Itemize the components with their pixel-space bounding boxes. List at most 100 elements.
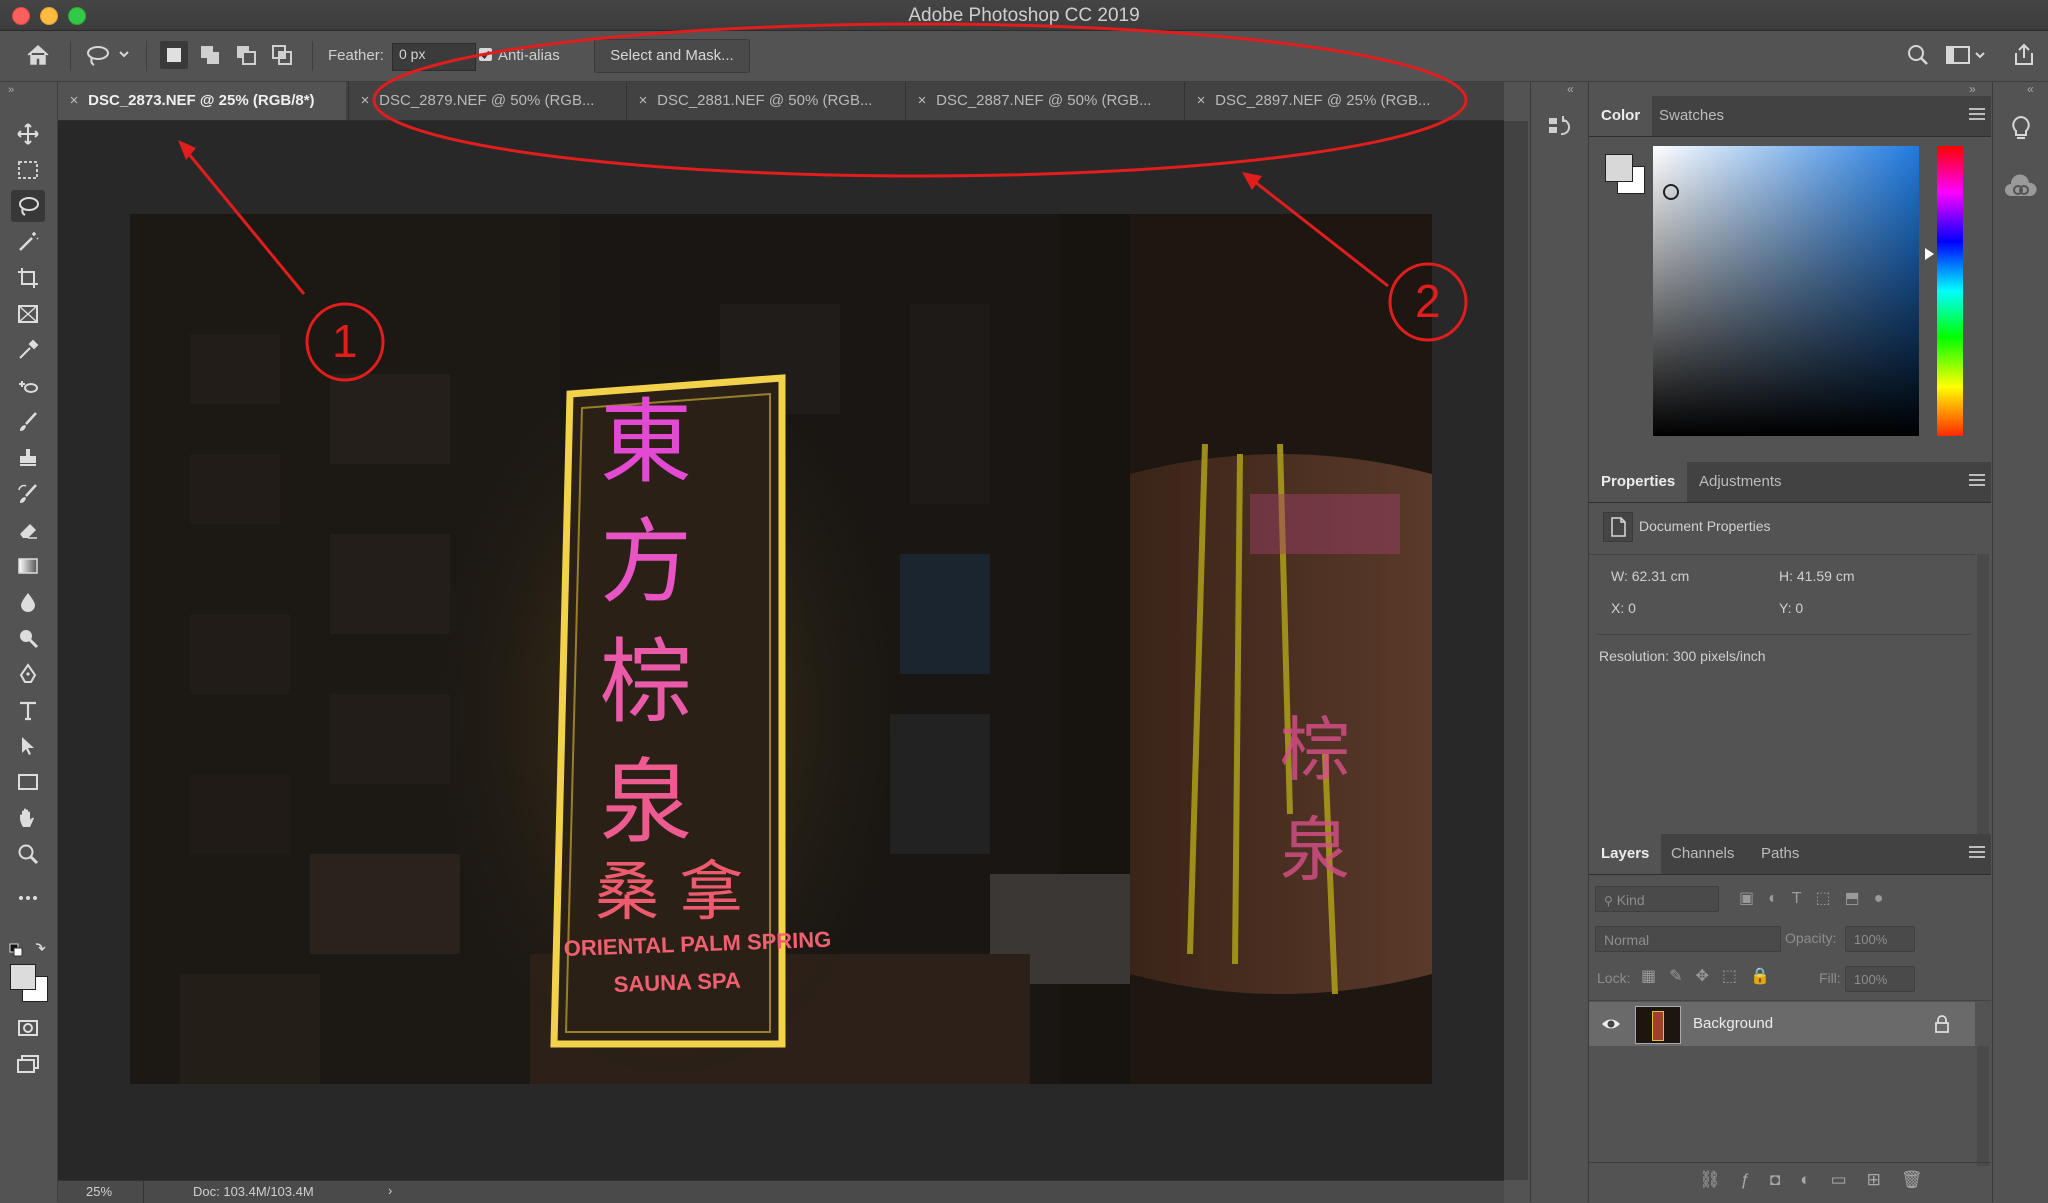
quick-mask-icon[interactable] bbox=[11, 1012, 45, 1044]
document-tab[interactable]: × DSC_2897.NEF @ 25% (RGB... bbox=[1184, 82, 1485, 120]
visibility-eye-icon[interactable] bbox=[1601, 1014, 1621, 1034]
status-menu-arrow-icon[interactable]: › bbox=[388, 1183, 392, 1198]
vertical-scrollbar[interactable] bbox=[1504, 121, 1528, 1180]
workspace-switcher-icon[interactable] bbox=[1944, 41, 1988, 69]
properties-scrollbar[interactable] bbox=[1977, 554, 1989, 874]
marquee-tool-icon[interactable] bbox=[11, 154, 45, 186]
panel-menu-icon[interactable] bbox=[1969, 474, 1985, 489]
zoom-tool-icon[interactable] bbox=[11, 838, 45, 870]
width-value[interactable]: W: 62.31 cm bbox=[1611, 568, 1689, 584]
opacity-label: Opacity: bbox=[1785, 930, 1837, 946]
tab-layers[interactable]: Layers bbox=[1589, 834, 1662, 874]
feather-input[interactable]: 0 px bbox=[392, 43, 476, 71]
close-tab-icon[interactable]: × bbox=[633, 82, 653, 120]
document-tab[interactable]: × DSC_2887.NEF @ 50% (RGB... bbox=[905, 82, 1182, 120]
opacity-field[interactable]: 100% bbox=[1845, 926, 1915, 952]
layers-footer-icons[interactable]: ⛓ƒ◘◐▭⊞🗑 bbox=[1699, 1170, 1989, 1192]
eraser-tool-icon[interactable] bbox=[11, 514, 45, 546]
intersect-selection-icon[interactable] bbox=[268, 41, 296, 69]
fill-field[interactable]: 100% bbox=[1845, 966, 1915, 992]
lock-icons[interactable]: ▦✎✥⬚🔒 bbox=[1641, 966, 1791, 988]
home-icon[interactable] bbox=[24, 41, 52, 69]
layers-scrollbar[interactable] bbox=[1977, 1046, 1989, 1166]
magic-wand-tool-icon[interactable] bbox=[11, 226, 45, 258]
frame-tool-icon[interactable] bbox=[11, 298, 45, 330]
collapsed-panel-column: « bbox=[1530, 82, 1587, 1202]
collapse-toolbar-icon[interactable]: » bbox=[8, 84, 14, 96]
lasso-tool-icon[interactable] bbox=[11, 190, 45, 222]
gradient-tool-icon[interactable] bbox=[11, 550, 45, 582]
path-selection-tool-icon[interactable] bbox=[11, 730, 45, 762]
collapse-panels-icon[interactable]: » bbox=[1969, 82, 1976, 96]
type-tool-icon[interactable] bbox=[11, 694, 45, 726]
layer-name[interactable]: Background bbox=[1693, 1015, 1773, 1032]
hand-tool-icon[interactable] bbox=[11, 802, 45, 834]
history-brush-tool-icon[interactable] bbox=[11, 478, 45, 510]
tab-properties[interactable]: Properties bbox=[1589, 462, 1688, 502]
new-selection-icon[interactable] bbox=[160, 41, 188, 69]
select-and-mask-button[interactable]: Select and Mask... bbox=[594, 39, 750, 73]
close-tab-icon[interactable]: × bbox=[912, 82, 932, 120]
lasso-preset-icon[interactable] bbox=[84, 41, 132, 69]
share-icon[interactable] bbox=[2010, 41, 2038, 69]
anti-alias-checkbox[interactable] bbox=[479, 48, 492, 61]
document-tab[interactable]: × DSC_2873.NEF @ 25% (RGB/8*) bbox=[58, 82, 346, 120]
document-image[interactable]: 棕 泉 東 方 棕 泉 桑 拿 ORIENTAL PALM SPRING SAU… bbox=[130, 214, 1432, 1084]
tab-swatches[interactable]: Swatches bbox=[1647, 96, 1736, 136]
sign-sub: 桑 拿 bbox=[595, 856, 743, 930]
history-panel-icon[interactable] bbox=[1545, 114, 1573, 142]
tab-adjustments[interactable]: Adjustments bbox=[1687, 462, 1794, 502]
close-tab-icon[interactable]: × bbox=[1191, 82, 1211, 120]
tab-paths[interactable]: Paths bbox=[1749, 834, 1811, 874]
rectangle-tool-icon[interactable] bbox=[11, 766, 45, 798]
screen-mode-icon[interactable] bbox=[11, 1048, 45, 1080]
close-tab-icon[interactable]: × bbox=[64, 82, 84, 120]
zoom-level-field[interactable]: 25% bbox=[86, 1184, 166, 1199]
healing-brush-tool-icon[interactable] bbox=[11, 370, 45, 402]
search-icon[interactable] bbox=[1904, 41, 1932, 69]
color-fg-bg-swatch[interactable] bbox=[1603, 152, 1647, 196]
dodge-tool-icon[interactable] bbox=[11, 622, 45, 654]
panel-menu-icon[interactable] bbox=[1969, 846, 1985, 861]
subtract-from-selection-icon[interactable] bbox=[232, 41, 260, 69]
libraries-cloud-icon[interactable] bbox=[2003, 174, 2039, 202]
add-to-selection-icon[interactable] bbox=[196, 41, 224, 69]
right-sign-char: 棕 bbox=[1280, 709, 1350, 791]
layer-filter-icons[interactable]: ▣◐T⬚⬒● bbox=[1739, 888, 1939, 910]
pen-tool-icon[interactable] bbox=[11, 658, 45, 690]
layer-row[interactable]: Background bbox=[1589, 1002, 1975, 1046]
default-colors-icon[interactable] bbox=[8, 940, 48, 960]
layer-thumbnail bbox=[1635, 1006, 1681, 1044]
layer-lock-icon[interactable] bbox=[1933, 1014, 1951, 1034]
clone-stamp-tool-icon[interactable] bbox=[11, 442, 45, 474]
move-tool-icon[interactable] bbox=[11, 118, 45, 150]
document-tab-bar: × DSC_2873.NEF @ 25% (RGB/8*) × DSC_2879… bbox=[58, 82, 1504, 121]
learn-lightbulb-icon[interactable] bbox=[2007, 114, 2035, 142]
more-tools-icon[interactable] bbox=[11, 882, 45, 914]
foreground-background-swatch[interactable] bbox=[8, 962, 52, 1006]
layer-filter-kind-select[interactable]: ⚲ Kind bbox=[1595, 886, 1719, 912]
hue-slider-handle[interactable] bbox=[1925, 248, 1934, 260]
blend-mode-select[interactable]: Normal bbox=[1595, 926, 1781, 952]
collapse-column-icon[interactable]: « bbox=[1567, 82, 1574, 96]
crop-tool-icon[interactable] bbox=[11, 262, 45, 294]
x-value[interactable]: X: 0 bbox=[1611, 600, 1636, 616]
document-tab[interactable]: × DSC_2879.NEF @ 50% (RGB... bbox=[348, 82, 625, 120]
brush-tool-icon[interactable] bbox=[11, 406, 45, 438]
fill-label: Fill: bbox=[1819, 970, 1841, 986]
height-value[interactable]: H: 41.59 cm bbox=[1779, 568, 1854, 584]
close-tab-icon[interactable]: × bbox=[355, 82, 375, 120]
tab-channels[interactable]: Channels bbox=[1659, 834, 1746, 874]
y-value[interactable]: Y: 0 bbox=[1779, 600, 1803, 616]
document-tab[interactable]: × DSC_2881.NEF @ 50% (RGB... bbox=[626, 82, 903, 120]
annotation-label-2: 2 bbox=[1415, 275, 1441, 327]
lock-label: Lock: bbox=[1597, 970, 1631, 986]
collapse-column-icon[interactable]: « bbox=[2027, 82, 2034, 96]
eyedropper-tool-icon[interactable] bbox=[11, 334, 45, 366]
hue-slider[interactable] bbox=[1937, 146, 1963, 436]
tab-color[interactable]: Color bbox=[1589, 96, 1653, 136]
color-picker-cursor[interactable] bbox=[1663, 184, 1679, 200]
panel-menu-icon[interactable] bbox=[1969, 108, 1985, 123]
color-picker-field[interactable] bbox=[1653, 146, 1919, 436]
blur-tool-icon[interactable] bbox=[11, 586, 45, 618]
